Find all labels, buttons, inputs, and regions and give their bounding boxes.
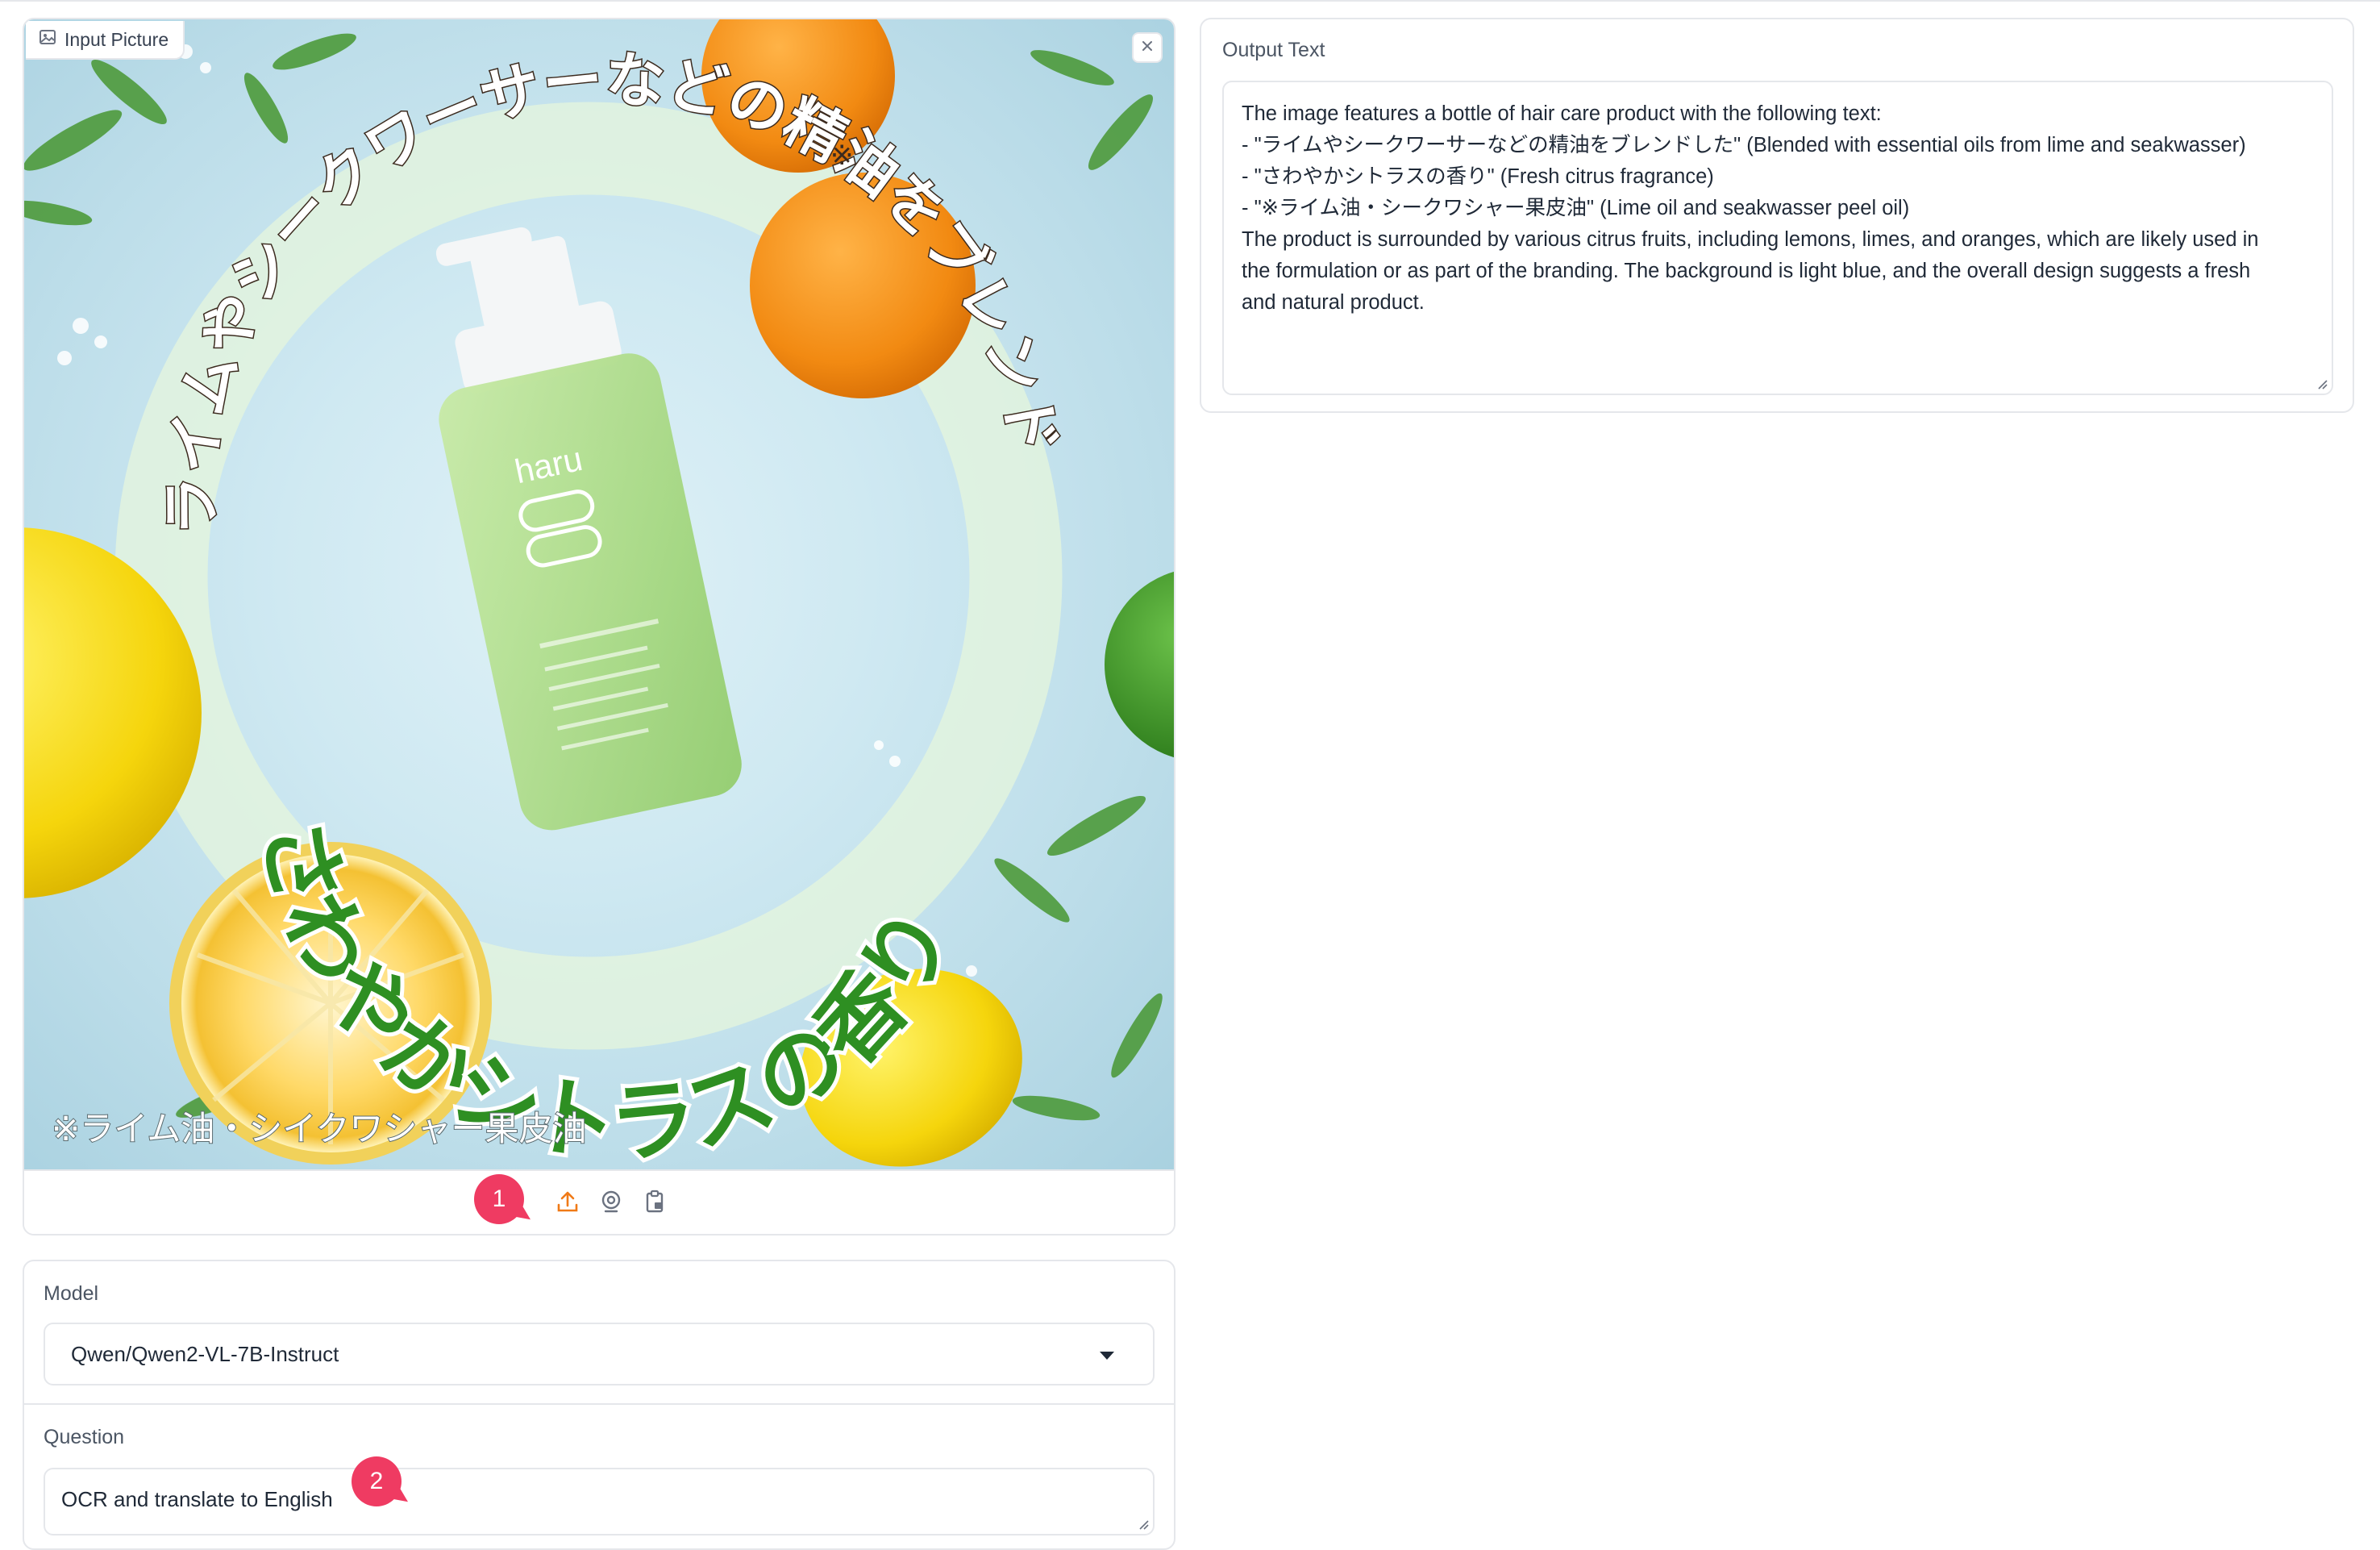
output-line: The image features a bottle of hair care… bbox=[1242, 102, 1882, 125]
input-picture-label-text: Input Picture bbox=[64, 28, 169, 50]
output-line: - "※ライム油・シークワシャー果皮油" (Lime oil and seakw… bbox=[1242, 197, 1910, 219]
question-label: Question bbox=[44, 1426, 125, 1448]
clipboard-icon bbox=[643, 1190, 667, 1218]
output-textarea[interactable]: The image features a bottle of hair care… bbox=[1222, 81, 2333, 395]
paste-clipboard-button[interactable] bbox=[640, 1189, 669, 1218]
input-form-panel: Model Qwen/Qwen2-VL-7B-Instruct Question… bbox=[23, 1260, 1175, 1550]
output-line: The product is surrounded by various cit… bbox=[1242, 228, 2259, 251]
overlay-footnote-text: ※ライム油・シイクワシャー果皮油 bbox=[52, 1109, 587, 1148]
output-line: - "ライムやシークワーサーなどの精油をブレンドした" (Blended wit… bbox=[1242, 134, 2246, 156]
image-icon bbox=[39, 28, 56, 51]
resize-handle-icon[interactable] bbox=[1135, 1516, 1150, 1531]
close-icon bbox=[1141, 40, 1154, 56]
clear-image-button[interactable] bbox=[1132, 32, 1163, 63]
model-selected-value: Qwen/Qwen2-VL-7B-Instruct bbox=[71, 1341, 339, 1366]
webcam-button[interactable] bbox=[597, 1189, 626, 1218]
output-panel: Output Text The image features a bottle … bbox=[1200, 18, 2354, 413]
overlay-asterisk: ※ bbox=[830, 140, 854, 172]
output-text-label: Output Text bbox=[1222, 39, 1325, 61]
image-preview[interactable]: haru ライムやシークワーサーなどの精油をブレンドした ※ さわやかシトラスの… bbox=[24, 19, 1174, 1169]
upload-button[interactable] bbox=[553, 1189, 582, 1218]
question-input[interactable]: OCR and translate to English bbox=[44, 1468, 1155, 1535]
annotation-marker-2: 2 bbox=[352, 1456, 402, 1506]
question-input-value: OCR and translate to English bbox=[61, 1487, 333, 1511]
output-line: the formulation or as part of the brandi… bbox=[1242, 260, 2251, 282]
model-dropdown[interactable]: Qwen/Qwen2-VL-7B-Instruct bbox=[44, 1323, 1155, 1385]
model-label: Model bbox=[44, 1282, 99, 1305]
output-line: and natural product. bbox=[1242, 291, 1425, 314]
chevron-down-icon bbox=[1100, 1352, 1114, 1360]
input-image-panel[interactable]: haru ライムやシークワーサーなどの精油をブレンドした ※ さわやかシトラスの… bbox=[23, 18, 1175, 1235]
product-photo: haru ライムやシークワーサーなどの精油をブレンドした ※ さわやかシトラスの… bbox=[24, 19, 1174, 1169]
output-line: - "さわやかシトラスの香り" (Fresh citrus fragrance) bbox=[1242, 165, 1714, 188]
form-divider bbox=[24, 1403, 1174, 1405]
resize-handle-icon[interactable] bbox=[2314, 376, 2328, 390]
annotation-marker-1: 1 bbox=[474, 1174, 524, 1224]
upload-icon bbox=[555, 1190, 580, 1218]
top-divider bbox=[0, 0, 2380, 2]
webcam-icon bbox=[599, 1190, 623, 1218]
input-picture-label: Input Picture bbox=[26, 21, 185, 60]
image-source-toolbar bbox=[24, 1169, 1174, 1234]
